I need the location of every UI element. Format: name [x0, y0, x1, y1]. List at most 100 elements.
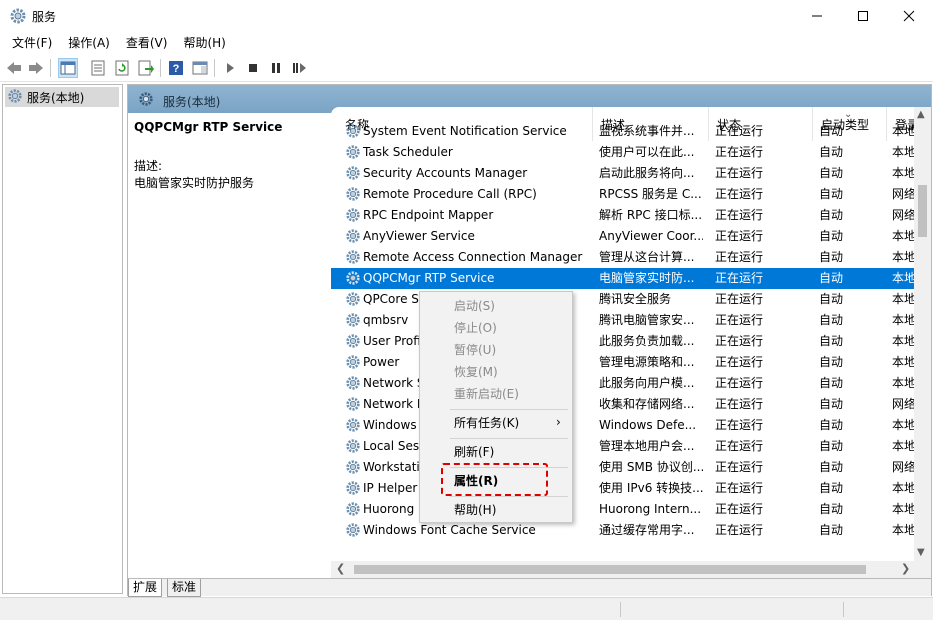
- service-startup-type: 自动: [819, 166, 844, 180]
- service-startup-type: 自动: [819, 355, 844, 369]
- service-status: 正在运行: [715, 250, 764, 264]
- back-button[interactable]: [4, 58, 24, 78]
- service-startup-type: 自动: [819, 208, 844, 222]
- service-row[interactable]: Remote Access Connection Manager 管理从这台计算.…: [331, 247, 931, 268]
- context-item-restart[interactable]: 重新启动(E): [454, 384, 519, 404]
- scroll-left-icon[interactable]: ❮: [336, 562, 345, 575]
- forward-arrow-icon: [29, 62, 43, 74]
- horizontal-scrollbar[interactable]: ❮ ❯: [331, 561, 914, 578]
- menu-view[interactable]: 查看(V): [118, 32, 176, 54]
- service-name-cell: RPC Endpoint Mapper: [345, 205, 595, 226]
- context-item-resume[interactable]: 恢复(M): [454, 362, 498, 382]
- tree-item-services-local[interactable]: 服务(本地): [5, 87, 119, 107]
- tab-extended[interactable]: 扩展: [128, 579, 163, 597]
- vertical-scroll-thumb[interactable]: [918, 185, 927, 237]
- menu-action[interactable]: 操作(A): [60, 32, 118, 54]
- service-gear-icon: [345, 228, 361, 247]
- service-status: 正在运行: [715, 334, 764, 348]
- service-gear-icon: [345, 396, 361, 415]
- description-label: 描述:: [134, 159, 163, 173]
- service-row[interactable]: Security Accounts Manager 启动此服务将向... 正在运行 自…: [331, 163, 931, 184]
- vertical-scrollbar[interactable]: ▲ ▼: [914, 107, 931, 561]
- gear-icon: [138, 91, 154, 110]
- minimize-button[interactable]: [794, 0, 840, 32]
- service-row[interactable]: Windows Font Cache Service 通过缓存常用字... 正在运行…: [331, 520, 931, 541]
- description-text: 电脑管家实时防护服务: [134, 176, 255, 190]
- context-item-pause[interactable]: 暂停(U): [454, 340, 496, 360]
- context-item-refresh[interactable]: 刷新(F): [454, 442, 494, 462]
- properties-toolbar-button[interactable]: [88, 58, 108, 78]
- service-description: 腾讯电脑管家安...: [599, 313, 695, 327]
- horizontal-scroll-thumb[interactable]: [354, 565, 866, 574]
- status-bar: [0, 597, 933, 620]
- service-status: 正在运行: [715, 376, 764, 390]
- context-item-start[interactable]: 启动(S): [454, 296, 495, 316]
- service-row[interactable]: QQPCMgr RTP Service 电脑管家实时防... 正在运行 自动 本地: [331, 268, 931, 289]
- show-action-pane-button[interactable]: [190, 58, 210, 78]
- scroll-down-icon[interactable]: ▼: [917, 547, 925, 558]
- close-icon: [903, 10, 915, 22]
- context-item-all-tasks[interactable]: 所有任务(K): [454, 413, 519, 433]
- service-name-cell: System Event Notification Service: [345, 121, 595, 142]
- show-hide-tree-button[interactable]: [58, 58, 78, 78]
- context-item-stop[interactable]: 停止(O): [454, 318, 497, 338]
- selected-service-title: QQPCMgr RTP Service: [134, 120, 283, 134]
- service-description: 管理从这台计算...: [599, 250, 695, 264]
- scroll-right-icon[interactable]: ❯: [901, 562, 910, 575]
- tree-item-label: 服务(本地): [27, 90, 85, 105]
- service-gear-icon: [345, 522, 361, 541]
- service-startup-type: 自动: [819, 397, 844, 411]
- gear-icon: [9, 7, 27, 25]
- sort-chevron-icon: ⌄: [844, 109, 853, 120]
- service-description: 此服务负责加载...: [599, 334, 695, 348]
- service-startup-type: 自动: [819, 502, 844, 516]
- help-toolbar-button[interactable]: ?: [166, 58, 186, 78]
- service-gear-icon: [345, 459, 361, 478]
- scrollbar-corner: [914, 561, 931, 578]
- service-startup-type: 自动: [819, 334, 844, 348]
- service-row[interactable]: Remote Procedure Call (RPC) RPCSS 服务是 C..…: [331, 184, 931, 205]
- service-status: 正在运行: [715, 439, 764, 453]
- service-name: AnyViewer Service: [363, 229, 475, 243]
- context-separator: [450, 438, 568, 439]
- refresh-toolbar-button[interactable]: [112, 58, 132, 78]
- scroll-up-icon[interactable]: ▲: [917, 109, 925, 120]
- menu-file[interactable]: 文件(F): [4, 32, 60, 54]
- service-status: 正在运行: [715, 145, 764, 159]
- window-title: 服务: [32, 10, 57, 24]
- pause-service-button[interactable]: [266, 58, 286, 78]
- close-button[interactable]: [886, 0, 932, 32]
- extended-description-area: QQPCMgr RTP Service 描述: 电脑管家实时防护服务: [128, 113, 331, 573]
- service-description: 此服务向用户模...: [599, 376, 695, 390]
- service-startup-type: 自动: [819, 229, 844, 243]
- export-list-button[interactable]: [136, 58, 156, 78]
- stop-icon: [249, 64, 257, 72]
- restart-icon: [293, 63, 306, 73]
- service-row[interactable]: AnyViewer Service AnyViewer Coor... 正在运行 自动…: [331, 226, 931, 247]
- stop-service-button[interactable]: [243, 58, 263, 78]
- menu-help[interactable]: 帮助(H): [175, 32, 233, 54]
- service-name: QQPCMgr RTP Service: [363, 271, 495, 285]
- service-gear-icon: [345, 417, 361, 436]
- service-name-cell: Task Scheduler: [345, 142, 595, 163]
- service-gear-icon: [345, 165, 361, 184]
- service-description: 通过缓存常用字...: [599, 523, 695, 537]
- service-startup-type: 自动: [819, 481, 844, 495]
- context-item-help[interactable]: 帮助(H): [454, 500, 496, 520]
- start-service-button[interactable]: [220, 58, 240, 78]
- service-name: Task Scheduler: [363, 145, 453, 159]
- service-row[interactable]: System Event Notification Service 监视系统事件并…: [331, 121, 931, 142]
- service-gear-icon: [345, 480, 361, 499]
- status-divider: [620, 602, 621, 617]
- context-separator: [450, 496, 568, 497]
- restart-service-button[interactable]: [289, 58, 309, 78]
- service-startup-type: 自动: [819, 250, 844, 264]
- maximize-button[interactable]: [840, 0, 886, 32]
- service-gear-icon: [345, 375, 361, 394]
- service-status: 正在运行: [715, 418, 764, 432]
- service-row[interactable]: RPC Endpoint Mapper 解析 RPC 接口标... 正在运行 自动 网络: [331, 205, 931, 226]
- service-row[interactable]: Task Scheduler 使用户可以在此... 正在运行 自动 本地: [331, 142, 931, 163]
- tab-standard[interactable]: 标准: [167, 579, 202, 597]
- forward-button[interactable]: [26, 58, 46, 78]
- service-description: 管理电源策略和...: [599, 355, 695, 369]
